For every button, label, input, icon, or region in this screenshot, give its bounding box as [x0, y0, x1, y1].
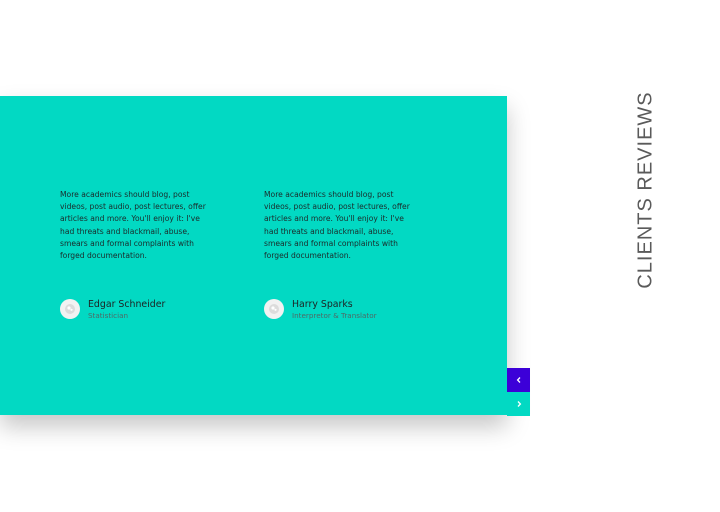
reviews-section: More academics should blog, post videos,… [0, 0, 720, 512]
author-meta: Harry Sparks Interpretor & Translator [292, 299, 377, 321]
chevron-left-icon [516, 377, 520, 383]
review-card: More academics should blog, post videos,… [60, 189, 208, 320]
chevron-right-icon [517, 401, 521, 407]
next-button[interactable] [507, 392, 530, 416]
review-author: Harry Sparks Interpretor & Translator [264, 299, 377, 321]
review-author: Edgar Schneider Statistician [60, 299, 165, 321]
author-name: Harry Sparks [292, 299, 353, 310]
avatar [264, 299, 284, 319]
review-quote: More academics should blog, post videos,… [264, 190, 410, 261]
author-name: Edgar Schneider [88, 299, 166, 310]
author-role: Interpretor & Translator [292, 311, 377, 320]
section-title: CLIENTS REVIEWS [634, 91, 657, 289]
review-quote: More academics should blog, post videos,… [60, 190, 206, 261]
author-role: Statistician [88, 311, 129, 320]
review-card: More academics should blog, post videos,… [264, 189, 412, 320]
reviews-carousel-panel: More academics should blog, post videos,… [0, 96, 507, 415]
avatar [60, 299, 80, 319]
user-avatar-icon [65, 304, 75, 314]
prev-button[interactable] [507, 368, 530, 392]
user-avatar-icon [269, 304, 279, 314]
author-meta: Edgar Schneider Statistician [88, 299, 165, 321]
